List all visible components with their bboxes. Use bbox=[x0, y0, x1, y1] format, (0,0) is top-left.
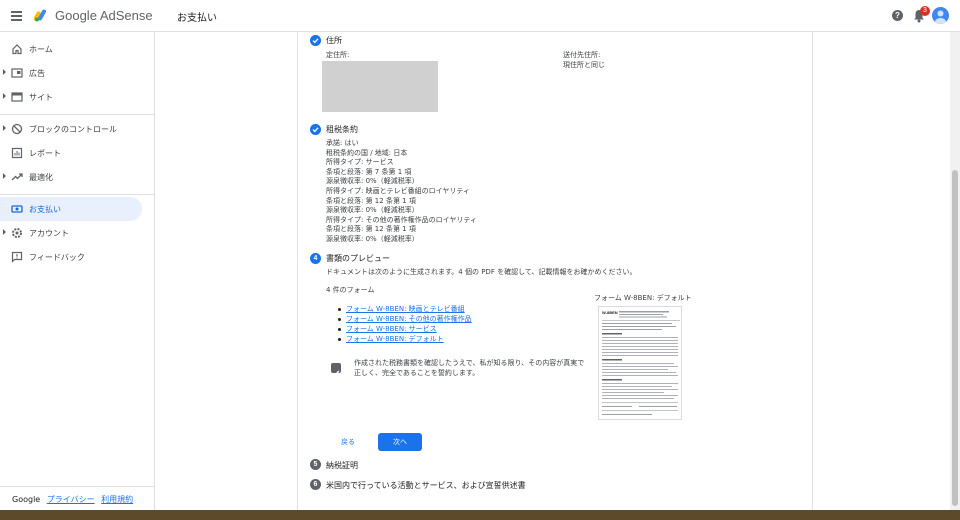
sidebar-nav: ホーム 広告 サイト ブロックのコントロール レポート 最適化 お支払い アカウ… bbox=[0, 32, 155, 510]
step-complete-check-icon bbox=[310, 35, 321, 46]
mailing-address-value: 現住所と同じ bbox=[563, 61, 605, 69]
preview-description: ドキュメントは次のように生成されます。4 個の PDF を確認して、記載情報をお… bbox=[326, 268, 637, 276]
forms-count-heading: 4 件のフォーム bbox=[326, 286, 375, 294]
next-button[interactable]: 次へ bbox=[378, 433, 422, 451]
expand-caret-icon[interactable] bbox=[3, 69, 6, 75]
help-icon[interactable]: ? bbox=[892, 10, 903, 21]
nav-divider bbox=[0, 114, 155, 115]
footer-google-label: Google bbox=[12, 495, 41, 504]
address-step-title: 住所 bbox=[326, 36, 342, 45]
step-complete-check-icon bbox=[310, 124, 321, 135]
sidebar-item-sites[interactable]: サイト bbox=[0, 85, 142, 109]
back-button[interactable]: 戻る bbox=[332, 437, 364, 449]
sidebar-item-home[interactable]: ホーム bbox=[0, 37, 142, 61]
terms-link[interactable]: 利用規約 bbox=[101, 495, 133, 504]
preview-step-title: 書類のプレビュー bbox=[326, 254, 390, 263]
treaty-line: 条項と段落: 第 12 条第 1 項 bbox=[326, 225, 416, 234]
sidebar-item-label: レポート bbox=[29, 149, 61, 158]
adsense-logo-icon[interactable] bbox=[34, 8, 50, 22]
treaty-line: 所得タイプ: サービス bbox=[326, 158, 394, 167]
list-item: フォーム W-8BEN: サービス bbox=[338, 324, 472, 334]
account-gear-icon bbox=[12, 228, 22, 238]
permanent-address-label: 定住所: bbox=[326, 51, 350, 59]
person-icon bbox=[935, 10, 946, 24]
sidebar-item-label: アカウント bbox=[29, 229, 69, 238]
treaty-line: 租税条約の国 / 地域: 日本 bbox=[326, 148, 408, 157]
ads-icon bbox=[11, 68, 23, 78]
sidebar-footer: Google プライバシー 利用規約 bbox=[12, 494, 133, 505]
mailing-address-label: 送付先住所: bbox=[563, 51, 601, 59]
top-app-bar: Google AdSense お支払い ? 3 bbox=[0, 0, 960, 32]
list-item: フォーム W-8BEN: その他の著作権作品 bbox=[338, 314, 472, 324]
home-icon bbox=[12, 44, 22, 55]
sidebar-item-label: ホーム bbox=[29, 45, 53, 54]
sidebar-item-label: 広告 bbox=[29, 69, 45, 78]
expand-caret-icon[interactable] bbox=[3, 229, 6, 235]
form-link-other-copyright[interactable]: フォーム W-8BEN: その他の著作権作品 bbox=[346, 315, 472, 323]
sidebar-item-feedback[interactable]: フィードバック bbox=[0, 245, 142, 269]
treaty-line: 所得タイプ: 映画とテレビ番組のロイヤリティ bbox=[326, 186, 470, 195]
list-item: フォーム W-8BEN: 映画とテレビ番組 bbox=[338, 304, 472, 314]
checkmark-icon bbox=[332, 370, 340, 377]
menu-icon[interactable] bbox=[11, 11, 22, 21]
thumbnail-caption: フォーム W-8BEN: デフォルト bbox=[594, 294, 692, 302]
optimize-icon bbox=[11, 173, 23, 181]
sidebar-item-label: 最適化 bbox=[29, 173, 53, 182]
desktop-background-strip bbox=[0, 510, 960, 520]
certify-text-line-2: 正しく、完全であることを誓約します。 bbox=[354, 369, 480, 377]
thumbnail-form-id: W-8BEN bbox=[602, 310, 618, 315]
redacted-address-block bbox=[322, 61, 438, 112]
treaty-line: 源泉徴収率: 0%（軽減税率） bbox=[326, 206, 419, 215]
treaty-line: 源泉徴収率: 0%（軽減税率） bbox=[326, 177, 419, 186]
form-link-film-tv[interactable]: フォーム W-8BEN: 映画とテレビ番組 bbox=[346, 305, 465, 313]
notification-count-badge: 3 bbox=[920, 6, 930, 16]
treaty-line: 条項と段落: 第 12 条第 1 項 bbox=[326, 196, 416, 205]
sidebar-item-label: お支払い bbox=[29, 205, 61, 214]
step-number-badge: 5 bbox=[310, 459, 321, 470]
us-activities-step-title: 米国内で行っている活動とサービス、および宣誓供述書 bbox=[326, 481, 526, 490]
privacy-link[interactable]: プライバシー bbox=[47, 495, 95, 504]
expand-caret-icon[interactable] bbox=[3, 173, 6, 179]
certification-step-title: 納税証明 bbox=[326, 461, 358, 470]
sidebar-item-label: フィードバック bbox=[29, 253, 85, 262]
document-preview-icon bbox=[602, 311, 680, 415]
forms-list: フォーム W-8BEN: 映画とテレビ番組 フォーム W-8BEN: その他の著… bbox=[338, 304, 472, 344]
sidebar-item-payments[interactable]: お支払い bbox=[0, 197, 142, 221]
page-title: お支払い bbox=[177, 13, 217, 24]
treaty-line: 承諾: はい bbox=[326, 139, 359, 147]
form-w8ben-thumbnail[interactable]: W-8BEN bbox=[598, 306, 682, 420]
treaty-summary: 承諾: はい 租税条約の国 / 地域: 日本 所得タイプ: サービス 条項と段落… bbox=[326, 139, 477, 245]
nav-divider bbox=[0, 194, 155, 195]
expand-caret-icon[interactable] bbox=[3, 125, 6, 131]
product-name[interactable]: Google AdSense bbox=[55, 8, 153, 23]
step-number-badge: 4 bbox=[310, 253, 321, 264]
account-avatar[interactable] bbox=[932, 7, 949, 24]
form-link-default[interactable]: フォーム W-8BEN: デフォルト bbox=[346, 335, 444, 343]
sidebar-item-ads[interactable]: 広告 bbox=[0, 61, 142, 85]
nav-divider bbox=[0, 486, 155, 487]
expand-caret-icon[interactable] bbox=[3, 93, 6, 99]
sidebar-item-account[interactable]: アカウント bbox=[0, 221, 142, 245]
treaty-step-title: 租税条約 bbox=[326, 125, 358, 134]
list-item: フォーム W-8BEN: デフォルト bbox=[338, 334, 472, 344]
sidebar-item-label: サイト bbox=[29, 93, 53, 102]
sidebar-item-label: ブロックのコントロール bbox=[29, 125, 117, 134]
certify-checkbox[interactable] bbox=[331, 363, 341, 377]
treaty-line: 条項と段落: 第 7 条第 1 項 bbox=[326, 167, 412, 176]
step-number-badge: 6 bbox=[310, 479, 321, 490]
sites-icon bbox=[11, 92, 23, 102]
certify-text-line-1: 作成された税務書類を確認したうえで、私が知る限り、その内容が真実で bbox=[354, 359, 585, 367]
payments-icon bbox=[11, 205, 23, 213]
feedback-icon bbox=[11, 251, 23, 263]
treaty-line: 所得タイプ: その他の著作権作品のロイヤリティ bbox=[326, 215, 477, 224]
sidebar-item-reports[interactable]: レポート bbox=[0, 141, 142, 165]
form-link-services[interactable]: フォーム W-8BEN: サービス bbox=[346, 325, 437, 333]
block-icon bbox=[11, 123, 23, 135]
sidebar-item-blocking-controls[interactable]: ブロックのコントロール bbox=[0, 117, 142, 141]
treaty-line: 源泉徴収率: 0%（軽減税率） bbox=[326, 234, 419, 243]
scrollbar-thumb[interactable] bbox=[952, 170, 958, 506]
reports-icon bbox=[11, 147, 23, 159]
sidebar-item-optimization[interactable]: 最適化 bbox=[0, 165, 142, 189]
